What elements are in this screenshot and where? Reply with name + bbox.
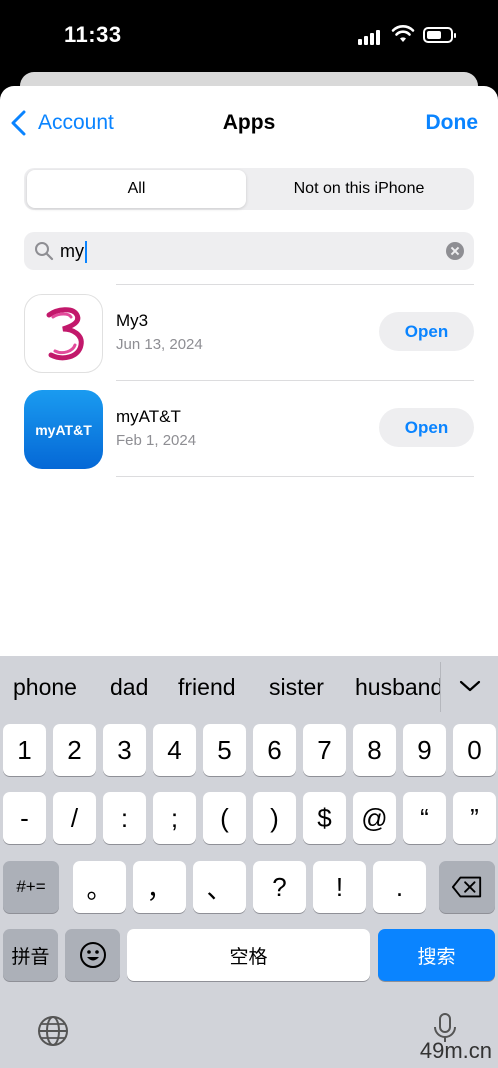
key-7[interactable]: 7 [303,724,346,776]
key-colon[interactable]: : [103,792,146,844]
key-enumeration-comma[interactable]: 、 [193,861,246,913]
key-close-quote[interactable]: ” [453,792,496,844]
myatt-icon-text: myAT&T [35,421,92,438]
suggestion-word[interactable]: sister [269,674,324,701]
emoji-key[interactable] [65,929,120,981]
key-question[interactable]: ? [253,861,306,913]
chevron-down-icon[interactable] [458,674,482,698]
keyboard: phone dad friend sister husband 1 2 3 4 … [0,656,498,1068]
key-period[interactable]: . [373,861,426,913]
key-2[interactable]: 2 [53,724,96,776]
key-close-paren[interactable]: ) [253,792,296,844]
delete-key[interactable] [439,861,495,913]
key-more-symbols[interactable]: #+= [3,861,59,913]
globe-icon[interactable] [37,1015,69,1047]
status-bar: 11:33 [0,0,498,70]
app-date: Feb 1, 2024 [116,432,197,449]
myatt-icon: myAT&T [24,390,103,469]
suggestion-word[interactable]: husband [355,674,440,701]
app-name: myAT&T [116,407,181,426]
open-button[interactable]: Open [379,312,474,351]
battery-icon [423,27,456,43]
clear-search-icon[interactable] [446,242,464,260]
key-9[interactable]: 9 [403,724,446,776]
key-open-paren[interactable]: ( [203,792,246,844]
suggestion-bar: phone dad friend sister husband [0,656,498,718]
suggestion-clip: husband [355,656,440,718]
key-semicolon[interactable]: ; [153,792,196,844]
segment-all[interactable]: All [27,170,246,208]
key-0[interactable]: 0 [453,724,496,776]
key-slash[interactable]: / [53,792,96,844]
open-button[interactable]: Open [379,408,474,447]
wifi-icon [391,25,415,42]
search-input[interactable]: my [60,232,87,270]
row-separator [116,476,474,477]
key-hyphen[interactable]: - [3,792,46,844]
key-at[interactable]: @ [353,792,396,844]
app-name: My3 [116,311,149,330]
suggestion-divider [440,662,441,712]
delete-backspace-icon [451,876,482,898]
search-key[interactable]: 搜索 [378,929,495,981]
space-key[interactable]: 空格 [127,929,370,981]
suggestion-word[interactable]: friend [178,674,236,701]
key-3[interactable]: 3 [103,724,146,776]
row-separator [116,284,474,285]
search-bar[interactable]: my [24,232,474,270]
key-4[interactable]: 4 [153,724,196,776]
search-input-value: my [60,241,84,261]
key-1[interactable]: 1 [3,724,46,776]
emoji-icon [79,942,106,968]
text-cursor [85,241,87,264]
watermark: 49m.cn [419,1038,492,1063]
segment-not-on-this-iphone[interactable]: Not on this iPhone [246,170,472,208]
segmented-control: All Not on this iPhone [24,168,474,210]
navigation-bar: Account Apps Done [0,86,498,158]
key-5[interactable]: 5 [203,724,246,776]
search-icon [35,242,54,261]
key-exclamation[interactable]: ! [313,861,366,913]
done-button[interactable]: Done [426,111,479,135]
key-6[interactable]: 6 [253,724,296,776]
key-cjk-period[interactable]: 。 [73,861,126,913]
row-separator [116,380,474,381]
status-time: 11:33 [64,22,122,47]
key-8[interactable]: 8 [353,724,396,776]
app-row-my3: My3 Jun 13, 2024 Open [0,284,498,380]
page-title: Apps [222,111,276,134]
suggestion-word[interactable]: phone [13,674,77,701]
cellular-signal-icon [358,27,380,45]
app-row-myatt: myAT&T myAT&T Feb 1, 2024 Open [0,380,498,476]
key-dollar[interactable]: $ [303,792,346,844]
three-logo-icon [24,294,103,373]
suggestion-word[interactable]: dad [110,674,148,701]
key-cjk-comma[interactable]: ， [133,861,186,913]
key-open-quote[interactable]: “ [403,792,446,844]
app-date: Jun 13, 2024 [116,336,203,353]
key-pinyin[interactable]: 拼音 [3,929,58,981]
